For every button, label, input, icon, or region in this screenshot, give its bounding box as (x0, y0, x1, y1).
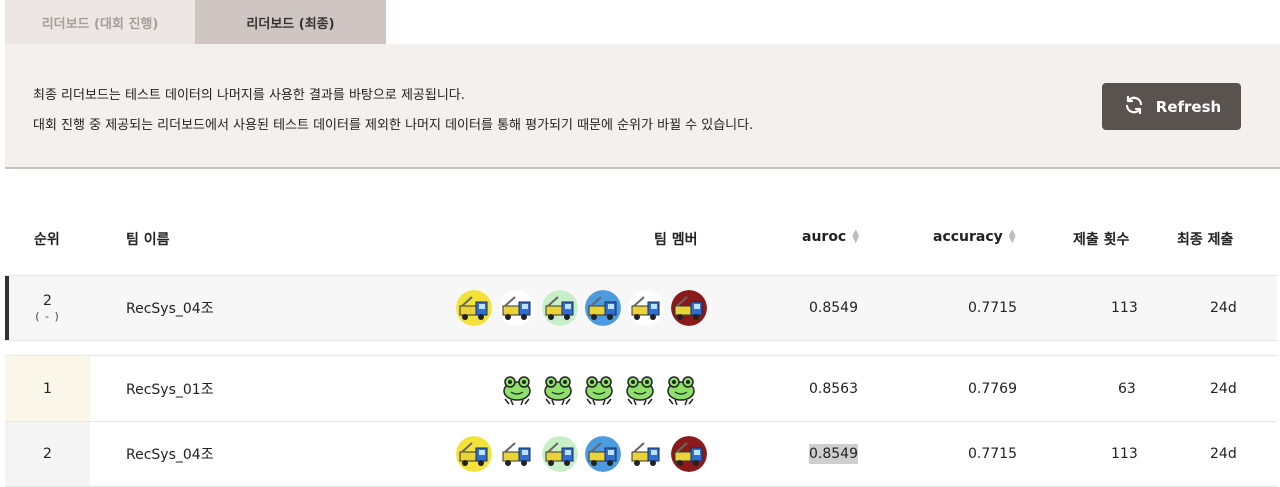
rank-change: ( - ) (35, 310, 60, 323)
auroc-value: 0.8563 (809, 380, 858, 397)
last-submission: 24d (1210, 380, 1237, 397)
table-row: 2 RecSys_04조 0.8549 0.7715 113 24d (5, 421, 1277, 487)
table-row: 1 RecSys_01조 0.8563 0.7769 63 24d (5, 355, 1277, 421)
team-name: RecSys_01조 (126, 381, 214, 398)
accuracy-value: 0.7715 (968, 300, 1017, 316)
submission-count: 113 (1111, 446, 1138, 462)
member-avatar[interactable] (540, 371, 576, 407)
leaderboard-tabs: 리더보드 (대회 진행) 리더보드 (최종) (5, 0, 386, 44)
rank-cell: 2 (5, 422, 90, 486)
rank-value: 2 (43, 293, 52, 309)
sort-icon[interactable]: ▲ ▼ (1009, 229, 1016, 245)
tab-leaderboard-final[interactable]: 리더보드 (최종) (195, 0, 386, 44)
member-avatar[interactable] (628, 436, 664, 472)
member-avatar[interactable] (628, 290, 664, 326)
header-last-submission: 최종 제출 (1177, 232, 1234, 248)
team-name: RecSys_04조 (126, 301, 214, 317)
member-avatar[interactable] (499, 371, 535, 407)
member-avatar[interactable] (671, 436, 707, 472)
table-header: 순위 팀 이름 팀 멤버 auroc ▲ ▼ accuracy ▲ ▼ 제출 횟수 최종… (0, 218, 1280, 258)
refresh-icon (1122, 93, 1146, 121)
member-avatar[interactable] (581, 371, 617, 407)
auroc-value: 0.8549 (809, 300, 858, 316)
info-text-line-2: 대회 진행 중 제공되는 리더보드에서 사용된 테스트 데이터를 제외한 나머지… (33, 118, 754, 133)
header-team-name: 팀 이름 (126, 232, 170, 248)
table-row-my-team: 2 ( - ) RecSys_04조 0.8549 0.7715 113 24d (5, 275, 1277, 341)
header-accuracy-label: accuracy (933, 229, 1003, 245)
member-avatar[interactable] (499, 436, 535, 472)
sort-icon[interactable]: ▲ ▼ (852, 229, 859, 245)
team-members (456, 436, 707, 472)
member-avatar[interactable] (671, 290, 707, 326)
tab-leaderboard-ongoing[interactable]: 리더보드 (대회 진행) (5, 0, 195, 44)
member-avatar[interactable] (622, 371, 658, 407)
member-avatar[interactable] (585, 436, 621, 472)
member-avatar[interactable] (542, 290, 578, 326)
member-avatar[interactable] (663, 371, 699, 407)
accuracy-value: 0.7715 (968, 446, 1017, 462)
refresh-button[interactable]: Refresh (1102, 83, 1241, 130)
member-avatar[interactable] (499, 290, 535, 326)
header-team-members: 팀 멤버 (654, 232, 698, 248)
header-submissions: 제출 횟수 (1073, 232, 1130, 248)
info-text-line-1: 최종 리더보드는 테스트 데이터의 나머지를 사용한 결과를 바탕으로 제공됩니… (33, 88, 465, 103)
last-submission: 24d (1210, 300, 1237, 316)
team-members (456, 290, 707, 326)
team-members (499, 371, 699, 407)
header-rank: 순위 (34, 232, 60, 248)
rank-cell: 1 (5, 356, 90, 421)
auroc-value: 0.8549 (809, 444, 858, 464)
member-avatar[interactable] (542, 436, 578, 472)
submission-count: 113 (1111, 300, 1138, 316)
team-name: RecSys_04조 (126, 447, 214, 463)
member-avatar[interactable] (456, 436, 492, 472)
rank-value: 1 (43, 380, 52, 397)
last-submission: 24d (1210, 446, 1237, 462)
submission-count: 63 (1118, 380, 1136, 397)
header-auroc-label: auroc (802, 229, 847, 245)
rank-value: 2 (43, 446, 52, 462)
member-avatar[interactable] (456, 290, 492, 326)
info-panel: 최종 리더보드는 테스트 데이터의 나머지를 사용한 결과를 바탕으로 제공됩니… (5, 44, 1280, 169)
accuracy-value: 0.7769 (968, 380, 1017, 397)
header-accuracy[interactable]: accuracy ▲ ▼ (933, 229, 1016, 246)
refresh-label: Refresh (1155, 97, 1222, 116)
member-avatar[interactable] (585, 290, 621, 326)
header-auroc[interactable]: auroc ▲ ▼ (802, 229, 859, 246)
rank-cell: 2 ( - ) (5, 276, 90, 340)
